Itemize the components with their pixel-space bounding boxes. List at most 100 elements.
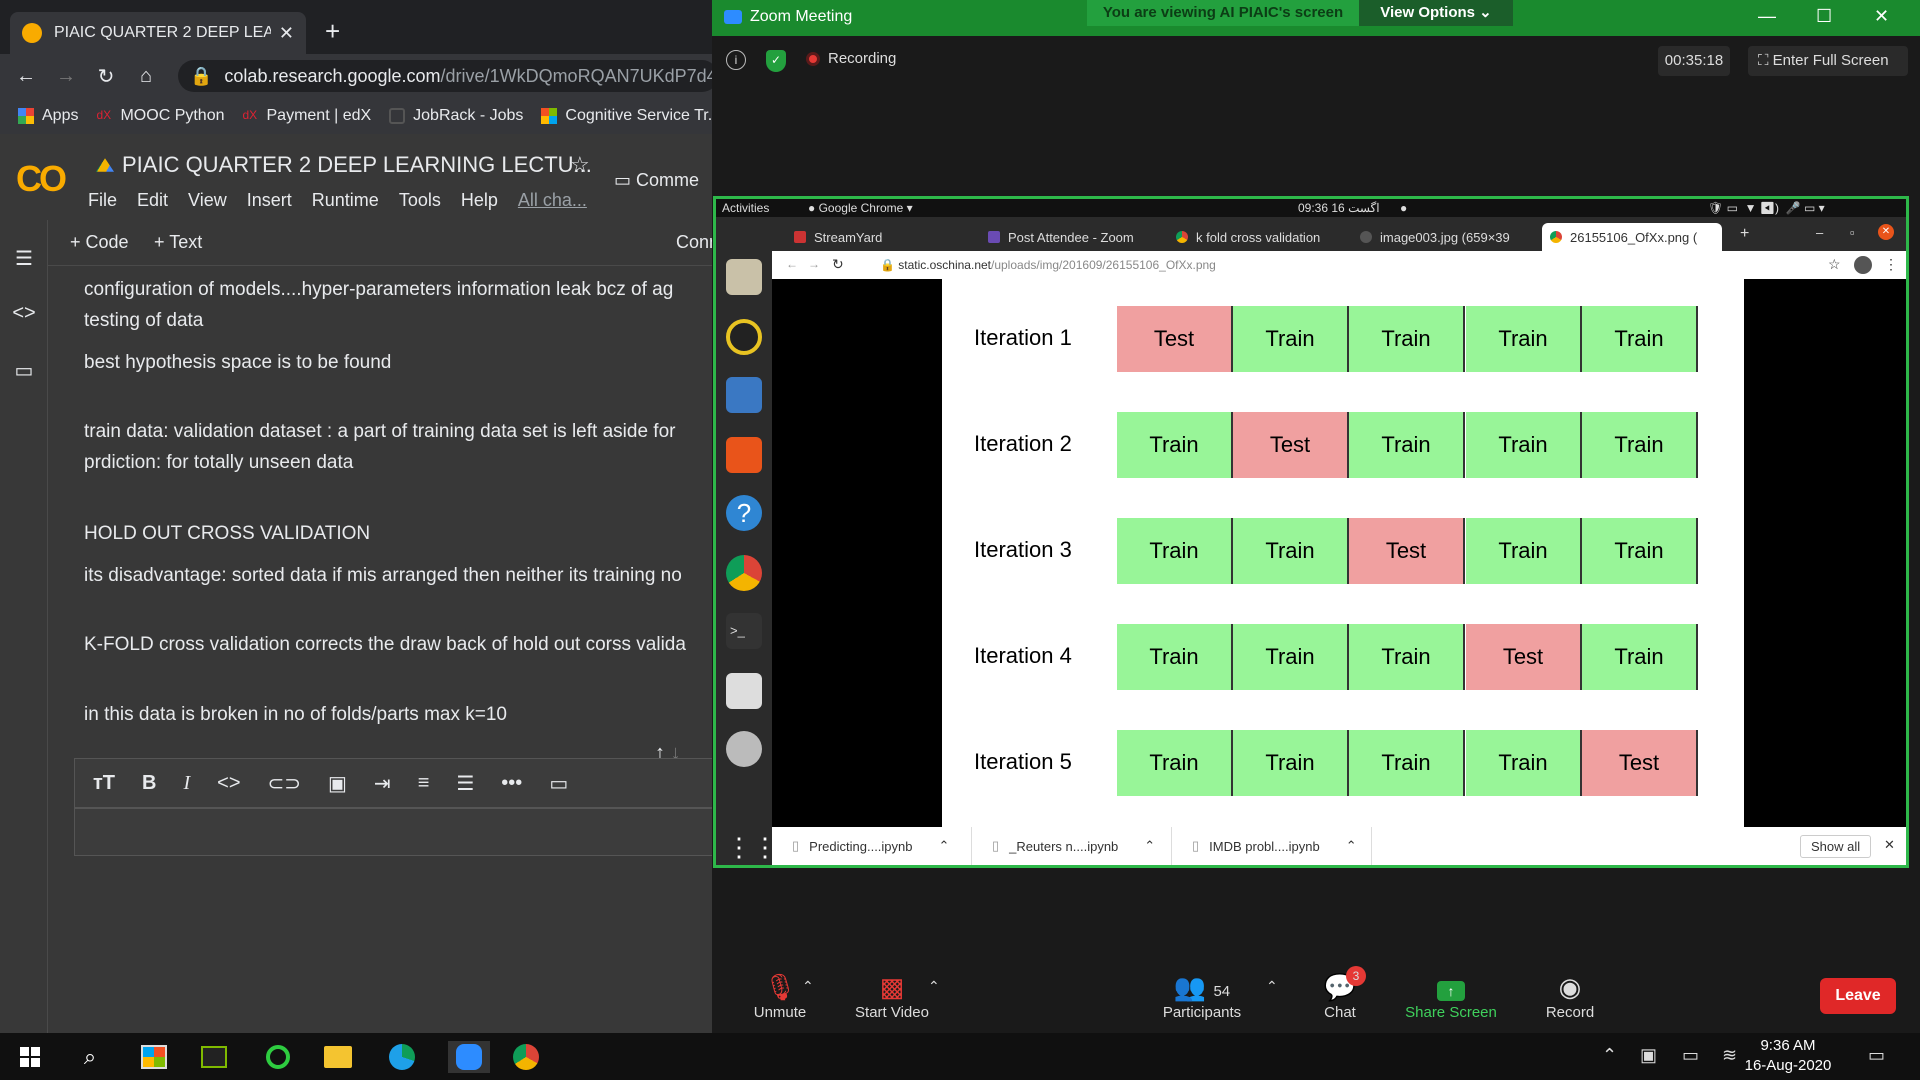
audio-options-icon[interactable]: ⌃ xyxy=(802,978,814,995)
menu-insert[interactable]: Insert xyxy=(247,190,292,211)
file-explorer-icon[interactable] xyxy=(322,1041,354,1073)
rhythmbox-icon[interactable] xyxy=(726,319,762,355)
minimize-icon[interactable]: — xyxy=(1758,6,1776,27)
inner-restore-icon[interactable]: ▫ xyxy=(1850,225,1855,240)
all-changes-link[interactable]: All cha... xyxy=(518,190,587,211)
sync-icon[interactable] xyxy=(262,1041,294,1073)
menu-file[interactable]: File xyxy=(88,190,117,211)
menu-help[interactable]: Help xyxy=(461,190,498,211)
code-icon[interactable]: <> xyxy=(217,772,240,795)
show-hidden-icons-icon[interactable]: ⌃ xyxy=(1602,1045,1617,1066)
view-options-button[interactable]: View Options ⌄ xyxy=(1359,0,1513,26)
bold-icon[interactable]: B xyxy=(142,772,156,795)
download-item[interactable]: ▯ IMDB probl....ipynb ⌃ xyxy=(1172,827,1372,865)
search-icon[interactable]: ⌕ xyxy=(74,1041,106,1073)
link-icon[interactable]: ⊂⊃ xyxy=(268,771,302,796)
help-icon[interactable]: ? xyxy=(726,495,762,531)
markdown-editor[interactable] xyxy=(74,808,714,856)
inner-tab-zoom[interactable]: Post Attendee - Zoom xyxy=(980,223,1172,251)
show-all-button[interactable]: Show all xyxy=(1800,835,1872,858)
inner-close-icon[interactable]: ✕ xyxy=(1878,224,1894,240)
inner-tab-streamyard[interactable]: StreamYard xyxy=(786,223,984,251)
comments-button[interactable]: ▭ Comme xyxy=(614,170,699,191)
bookmark-cognitive[interactable]: Cognitive Service Tr... xyxy=(541,107,712,125)
forward-icon[interactable]: → xyxy=(46,65,86,88)
italic-icon[interactable]: I xyxy=(183,772,190,795)
profile-avatar[interactable] xyxy=(1854,256,1872,274)
activities-button[interactable]: Activities xyxy=(722,201,769,215)
inner-new-tab-button[interactable]: + xyxy=(1740,225,1749,243)
share-screen-button[interactable]: ↑ Share Screen xyxy=(1396,970,1506,1021)
device-icon[interactable]: ▣ xyxy=(1640,1045,1657,1066)
inner-tab-kfold[interactable]: k fold cross validation xyxy=(1168,223,1354,251)
participants-options-icon[interactable]: ⌃ xyxy=(1266,978,1278,995)
back-icon[interactable]: ← xyxy=(6,65,46,88)
edge-icon[interactable] xyxy=(386,1041,418,1073)
start-video-button[interactable]: ▩ Start Video xyxy=(842,970,942,1021)
notifications-icon[interactable]: ▭ xyxy=(1868,1045,1885,1066)
leave-button[interactable]: Leave xyxy=(1820,978,1896,1014)
close-tab-icon[interactable]: ✕ xyxy=(279,23,294,44)
menu-runtime[interactable]: Runtime xyxy=(312,190,379,211)
bookmark-mooc[interactable]: dX MOOC Python xyxy=(96,107,224,125)
software-center-icon[interactable] xyxy=(726,437,762,473)
taskbar-clock[interactable]: 9:36 AM 16-Aug-2020 xyxy=(1740,1036,1836,1076)
chevron-up-icon[interactable]: ⌃ xyxy=(1144,838,1155,854)
inner-minimize-icon[interactable]: – xyxy=(1816,225,1823,240)
chrome-icon[interactable] xyxy=(726,555,762,591)
close-icon[interactable]: ✕ xyxy=(1874,6,1889,27)
chevron-up-icon[interactable]: ⌃ xyxy=(939,838,950,854)
recording-indicator[interactable]: Recording xyxy=(806,50,896,67)
wifi-icon[interactable]: ≋ xyxy=(1722,1045,1737,1066)
menu-tools[interactable]: Tools xyxy=(399,190,441,211)
terminal-icon[interactable]: >_ xyxy=(726,613,762,649)
colab-logo[interactable]: CO xyxy=(16,158,67,200)
zoom-taskbar-icon[interactable] xyxy=(448,1041,490,1073)
toc-icon[interactable]: ☰ xyxy=(12,246,36,270)
horizontal-rule-icon[interactable]: ••• xyxy=(501,772,522,795)
download-item[interactable]: ▯ Predicting....ipynb ⌃ xyxy=(772,827,972,865)
files-folder-icon[interactable] xyxy=(726,259,762,295)
new-tab-button[interactable]: + xyxy=(325,16,340,47)
inner-menu-icon[interactable]: ⋮ xyxy=(1884,256,1898,273)
add-text-button[interactable]: + Text xyxy=(154,232,202,253)
chevron-up-icon[interactable]: ⌃ xyxy=(1346,838,1357,854)
browser-tab[interactable]: PIAIC QUARTER 2 DEEP LEARNIN ✕ xyxy=(10,12,306,54)
writer-icon[interactable] xyxy=(726,377,762,413)
search-icon[interactable] xyxy=(726,731,762,767)
bookmark-payment[interactable]: dX Payment | edX xyxy=(243,107,372,125)
chrome-taskbar-icon[interactable] xyxy=(510,1041,542,1073)
notebook-title[interactable]: PIAIC QUARTER 2 DEEP LEARNING LECTU... xyxy=(96,152,592,178)
info-icon[interactable]: i xyxy=(726,50,746,70)
menu-edit[interactable]: Edit xyxy=(137,190,168,211)
app-menu[interactable]: ● Google Chrome ▾ xyxy=(808,201,913,215)
numbered-list-icon[interactable]: ≡ xyxy=(418,772,430,795)
inner-back-icon[interactable]: ← xyxy=(786,257,798,271)
inner-reload-icon[interactable]: ↻ xyxy=(832,256,844,273)
bookmark-jobrack[interactable]: JobRack - Jobs xyxy=(389,107,523,125)
document-viewer-icon[interactable] xyxy=(726,673,762,709)
reload-icon[interactable]: ↻ xyxy=(86,64,126,89)
files-icon[interactable]: ▭ xyxy=(12,358,36,382)
code-snippets-icon[interactable]: <> xyxy=(12,302,36,326)
close-downloads-icon[interactable]: ✕ xyxy=(1884,837,1895,853)
emoji-icon[interactable]: ▭ xyxy=(549,771,568,796)
record-button[interactable]: ◉ Record xyxy=(1530,970,1610,1021)
show-apps-icon[interactable]: ⋮⋮ xyxy=(726,829,778,865)
shield-icon[interactable]: ✓ xyxy=(766,50,786,72)
bookmark-apps[interactable]: Apps xyxy=(18,107,78,125)
download-item[interactable]: ▯ _Reuters n....ipynb ⌃ xyxy=(972,827,1172,865)
image-icon[interactable]: ▣ xyxy=(328,771,347,796)
home-icon[interactable]: ⌂ xyxy=(126,65,166,88)
address-bar[interactable]: 🔒 colab.research.google.com/drive/1WkDQm… xyxy=(178,60,718,92)
bullet-list-icon[interactable]: ☰ xyxy=(456,771,474,796)
inner-tab-image003[interactable]: image003.jpg (659×39 xyxy=(1352,223,1536,251)
add-code-button[interactable]: + Code xyxy=(70,232,129,253)
store-icon[interactable] xyxy=(138,1041,170,1073)
inner-forward-icon[interactable]: → xyxy=(808,257,820,271)
text-size-icon[interactable]: ᴛT xyxy=(93,772,115,795)
video-options-icon[interactable]: ⌃ xyxy=(928,978,940,995)
battery-icon[interactable]: ▭ xyxy=(1682,1045,1699,1066)
app-icon[interactable] xyxy=(198,1041,230,1073)
enter-full-screen-button[interactable]: ⛶ Enter Full Screen xyxy=(1748,46,1908,76)
